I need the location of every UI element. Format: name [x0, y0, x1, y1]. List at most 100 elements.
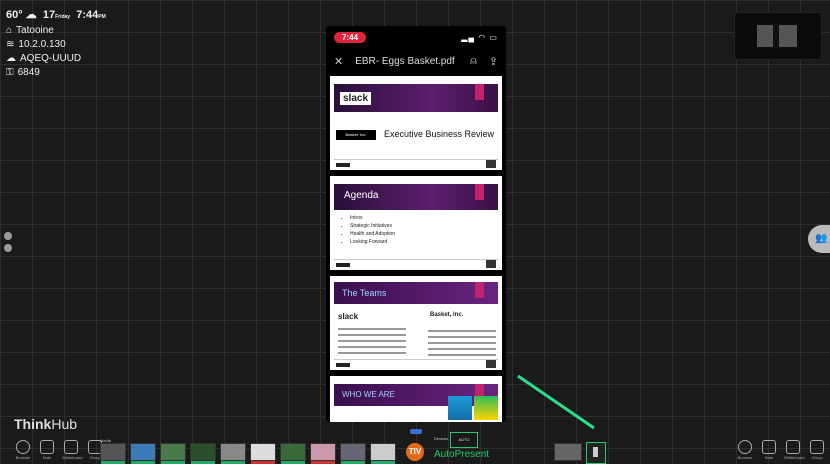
slide-2: Agenda Intros Strategic Initiatives Heal… [330, 176, 502, 270]
ip-row: ≋ 10.2.0.130 [6, 38, 106, 52]
room-row: ⌂ Tatooine [6, 24, 106, 38]
person-photo [474, 396, 498, 420]
customer-name: Basket, Inc. [430, 312, 464, 318]
markup-icon[interactable]: ⍝ [470, 55, 477, 68]
brand-think: Think [14, 416, 52, 432]
note-button[interactable]: Note [760, 440, 778, 460]
code-row: ☁ AQEQ-UUUD [6, 52, 106, 66]
slide-title: WHO WE ARE [342, 390, 395, 399]
dock-label: Group [811, 455, 823, 460]
team-member-lines [338, 326, 498, 358]
dock-label: Browser [737, 455, 753, 460]
lock-icon: ⚿ [6, 67, 14, 78]
slide-3: The Teams slack Basket, Inc. [330, 276, 502, 370]
status-panel: 60° ☁ 17Friday 7:44PM ⌂ Tatooine ≋ 10.2.0.… [6, 8, 106, 80]
shared-phone-screen[interactable]: 7:44 ▂▄ ◠ ▭ ✕ EBR- Eggs Basket.pdf ⍝ ⇪ s… [326, 26, 506, 422]
slide-notch [475, 84, 484, 100]
whiteboard-button[interactable]: Whiteboard [62, 440, 83, 460]
footer-logo [336, 363, 350, 367]
devices-label: Devices [434, 436, 449, 441]
phone-device-thumbnail[interactable] [586, 442, 606, 464]
thinkhub-logo: ThinkHub [14, 416, 77, 432]
media-item[interactable] [130, 443, 156, 464]
whiteboard-button[interactable]: Whiteboard [784, 440, 805, 460]
footer-badge [486, 160, 496, 168]
dock-label: Whiteboard [62, 455, 83, 460]
dock-left-tools: Browser Note Whiteboard Group [14, 440, 104, 460]
signal-wifi-battery-icon: ▂▄ ◠ ▭ [461, 32, 498, 42]
slide-notch [475, 282, 484, 298]
media-item[interactable] [220, 443, 246, 464]
pdf-title: EBR- Eggs Basket.pdf [355, 55, 455, 67]
dock-label: Note [42, 455, 52, 460]
annotation-arrow [517, 374, 595, 430]
agenda-item: Looking Forward [350, 238, 395, 246]
dock-label: Note [764, 455, 774, 460]
media-item[interactable] [250, 443, 276, 464]
slide-footer [334, 159, 498, 168]
pdf-toolbar: ✕ EBR- Eggs Basket.pdf ⍝ ⇪ [326, 48, 506, 74]
dock-label: Browser [15, 455, 31, 460]
slide-notch [475, 184, 484, 200]
brand-hub: Hub [51, 416, 78, 432]
slack-logo: slack [340, 92, 372, 105]
media-item[interactable] [280, 443, 306, 464]
dock-label: Group [89, 455, 101, 460]
pdf-pages[interactable]: slack Basket, Inc. Executive Business Re… [330, 76, 502, 422]
media-item[interactable] [340, 443, 366, 464]
slide-4: WHO WE ARE [330, 376, 502, 422]
browser-button[interactable]: Browser [14, 440, 32, 460]
phone-status-bar: 7:44 ▂▄ ◠ ▭ [326, 26, 506, 48]
group-button[interactable]: Group [808, 440, 826, 460]
media-tray [100, 443, 396, 464]
browser-button[interactable]: Browser [736, 440, 754, 460]
date-day: 17 [42, 9, 56, 21]
media-item[interactable] [100, 443, 126, 464]
minimap-widget[interactable] [734, 12, 822, 60]
right-drawer-handle[interactable]: 👥 [808, 225, 830, 253]
dot-icon [4, 244, 12, 252]
room-pin: 6849 [17, 67, 40, 78]
pen-icon [64, 440, 78, 454]
wifi-icon: ≋ [6, 39, 15, 50]
dot-icon [4, 232, 12, 240]
slack-logo: slack [338, 312, 359, 321]
slide-title: Agenda [344, 190, 379, 201]
media-item[interactable] [160, 443, 186, 464]
left-drawer-handle[interactable] [4, 232, 14, 258]
room-name: Tatooine [16, 25, 54, 36]
media-item[interactable] [310, 443, 336, 464]
ip-address: 10.2.0.130 [18, 39, 66, 50]
slide-title: Executive Business Review [384, 129, 495, 139]
slide-title: The Teams [342, 288, 387, 298]
dock-label: Whiteboard [784, 455, 805, 460]
room-code: AQEQ-UUUD [20, 53, 82, 64]
slide-footer [334, 359, 498, 368]
slide-footer [334, 259, 498, 268]
share-icon[interactable]: ⇪ [489, 55, 498, 68]
datetime-row: 60° ☁ 17Friday 7:44PM [6, 8, 106, 24]
close-icon[interactable]: ✕ [334, 55, 343, 68]
cloud-icon: ☁ [25, 9, 37, 21]
clock-suffix: PM [98, 14, 106, 20]
auto-toggle[interactable]: AUTO [450, 432, 478, 448]
people-icon: 👥 [815, 233, 828, 244]
note-button[interactable]: Note [38, 440, 56, 460]
customer-box: Basket, Inc. [336, 130, 376, 140]
cast-indicator [410, 429, 422, 434]
phone-icon [593, 447, 598, 457]
footer-badge [486, 360, 496, 368]
globe-icon [738, 440, 752, 454]
autopresent-label[interactable]: AutoPresent [434, 449, 489, 460]
device-thumbnail[interactable] [554, 443, 582, 461]
temperature: 60° [6, 9, 23, 21]
presenter-avatar[interactable]: TIV [406, 443, 424, 461]
footer-logo [336, 163, 350, 167]
slide-1: slack Basket, Inc. Executive Business Re… [330, 76, 502, 170]
media-item[interactable] [190, 443, 216, 464]
agenda-item: Intros [350, 214, 395, 222]
media-item[interactable] [370, 443, 396, 464]
note-icon [762, 440, 776, 454]
agenda-item: Health and Adoption [350, 230, 395, 238]
note-icon [40, 440, 54, 454]
